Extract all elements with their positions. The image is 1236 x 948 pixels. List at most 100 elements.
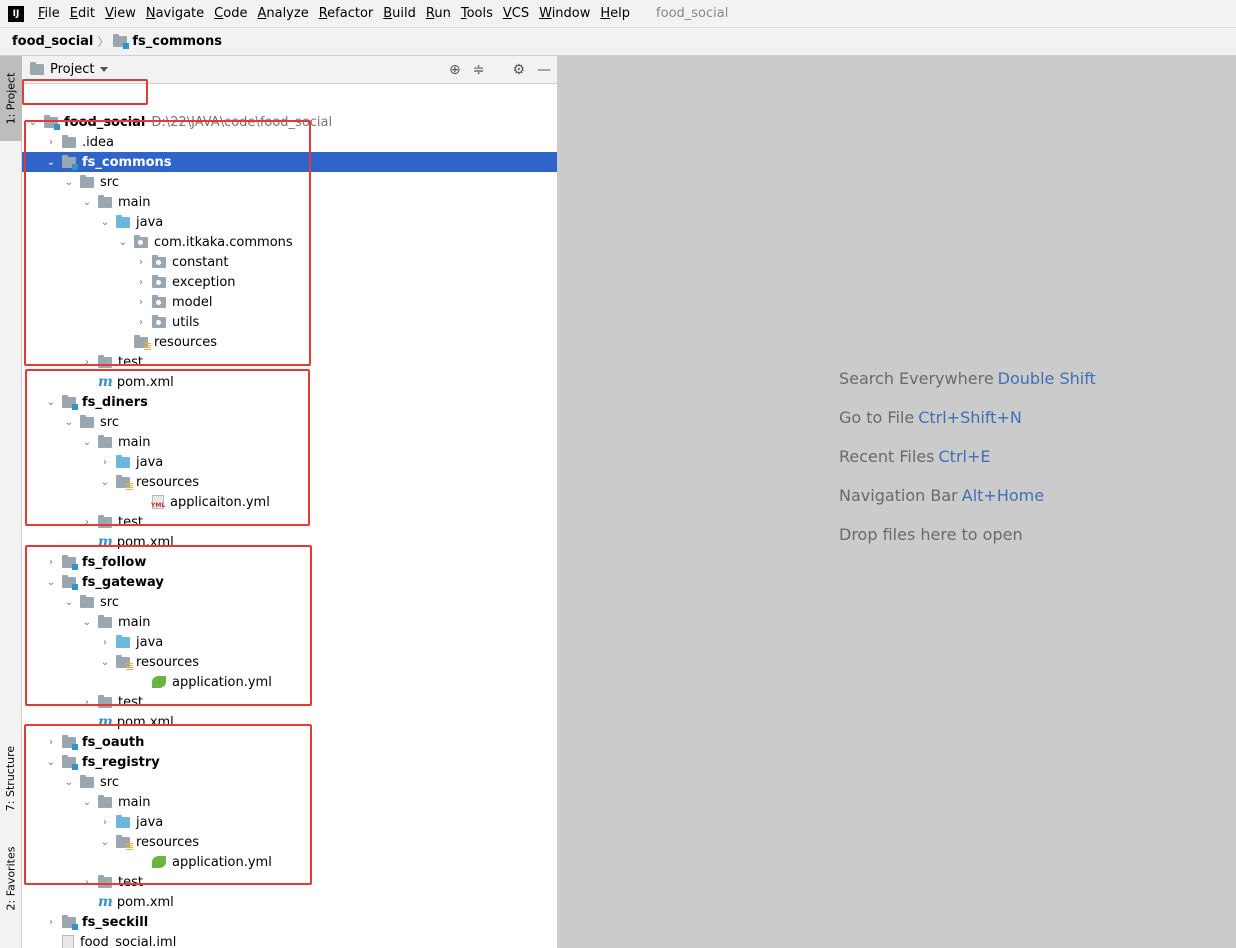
chevron-down-icon[interactable]: ⌄ xyxy=(64,777,74,788)
project-view-selector[interactable]: Project xyxy=(50,62,94,77)
tree-row[interactable]: ⌄ main xyxy=(22,612,557,632)
menu-vcs[interactable]: VCS xyxy=(499,6,535,21)
tree-row[interactable]: application.yml xyxy=(22,672,557,692)
chevron-down-icon[interactable]: ⌄ xyxy=(64,597,74,608)
chevron-right-icon[interactable]: › xyxy=(46,557,56,568)
favorites-tool-tab[interactable]: 2: Favorites xyxy=(0,831,22,926)
tree-row[interactable]: applicaiton.yml xyxy=(22,492,557,512)
menu-refactor[interactable]: Refactor xyxy=(315,6,380,21)
tree-row[interactable]: ⌄ main xyxy=(22,192,557,212)
tree-row[interactable]: food_social.iml xyxy=(22,932,557,948)
chevron-right-icon[interactable]: › xyxy=(136,257,146,268)
tree-row[interactable]: › test xyxy=(22,872,557,892)
tree-row[interactable]: ⌄ fs_commons xyxy=(22,152,557,172)
chevron-down-icon[interactable]: ⌄ xyxy=(82,617,92,628)
tree-row[interactable]: › java xyxy=(22,812,557,832)
tree-row[interactable]: application.yml xyxy=(22,852,557,872)
tree-row[interactable]: m pom.xml xyxy=(22,532,557,552)
chevron-right-icon[interactable]: › xyxy=(46,137,56,148)
menu-help[interactable]: Help xyxy=(596,6,636,21)
tree-row[interactable]: resources xyxy=(22,332,557,352)
tree-row[interactable]: ⌄ fs_diners xyxy=(22,392,557,412)
chevron-down-icon[interactable]: ⌄ xyxy=(82,797,92,808)
tree-row[interactable]: ⌄ resources xyxy=(22,832,557,852)
chevron-down-icon[interactable] xyxy=(100,67,109,72)
tree-row[interactable]: › utils xyxy=(22,312,557,332)
chevron-down-icon[interactable]: ⌄ xyxy=(46,577,56,588)
breadcrumb-root[interactable]: food_social xyxy=(12,34,93,49)
menu-view[interactable]: View xyxy=(101,6,142,21)
tree-row[interactable]: ⌄ fs_registry xyxy=(22,752,557,772)
chevron-right-icon[interactable]: › xyxy=(82,877,92,888)
tree-row[interactable]: ⌄ fs_gateway xyxy=(22,572,557,592)
tree-row[interactable]: › test xyxy=(22,692,557,712)
menu-edit[interactable]: Edit xyxy=(66,6,101,21)
chevron-down-icon[interactable]: ⌄ xyxy=(46,157,56,168)
chevron-down-icon[interactable]: ⌄ xyxy=(100,217,110,228)
tree-row[interactable]: › test xyxy=(22,512,557,532)
chevron-down-icon[interactable]: ⌄ xyxy=(64,417,74,428)
chevron-right-icon[interactable]: › xyxy=(100,637,110,648)
chevron-right-icon[interactable]: › xyxy=(136,317,146,328)
tree-row[interactable]: ⌄ src xyxy=(22,412,557,432)
chevron-right-icon[interactable]: › xyxy=(136,277,146,288)
tree-row[interactable]: › fs_follow xyxy=(22,552,557,572)
chevron-down-icon[interactable]: ⌄ xyxy=(100,477,110,488)
chevron-down-icon[interactable]: ⌄ xyxy=(118,237,128,248)
tree-row[interactable]: ⌄ com.itkaka.commons xyxy=(22,232,557,252)
chevron-down-icon[interactable]: ⌄ xyxy=(100,837,110,848)
tree-row[interactable]: › .idea xyxy=(22,132,557,152)
chevron-right-icon[interactable]: › xyxy=(82,697,92,708)
menu-file[interactable]: File xyxy=(34,6,66,21)
project-tool-tab[interactable]: 1: Project xyxy=(0,56,22,141)
tree-row[interactable]: ⌄ src xyxy=(22,592,557,612)
chevron-down-icon[interactable]: ⌄ xyxy=(100,657,110,668)
tree-row[interactable]: › exception xyxy=(22,272,557,292)
chevron-right-icon[interactable]: › xyxy=(100,457,110,468)
menu-navigate[interactable]: Navigate xyxy=(142,6,210,21)
structure-tool-tab[interactable]: 7: Structure xyxy=(0,731,22,826)
tree-row[interactable]: m pom.xml xyxy=(22,372,557,392)
menu-build[interactable]: Build xyxy=(379,6,422,21)
editor-area[interactable]: Search Everywhere Double Shift Go to File C… xyxy=(557,56,1236,948)
tree-row[interactable]: m pom.xml xyxy=(22,892,557,912)
chevron-down-icon[interactable]: ⌄ xyxy=(82,197,92,208)
menu-run[interactable]: Run xyxy=(422,6,457,21)
tree-row[interactable]: › fs_oauth xyxy=(22,732,557,752)
tree-row[interactable]: ⌄ src xyxy=(22,772,557,792)
tree-row[interactable]: ⌄ main xyxy=(22,792,557,812)
menu-code[interactable]: Code xyxy=(210,6,253,21)
menu-tools[interactable]: Tools xyxy=(457,6,499,21)
chevron-down-icon[interactable]: ⌄ xyxy=(64,177,74,188)
chevron-right-icon[interactable]: › xyxy=(46,917,56,928)
tree-row[interactable]: › java xyxy=(22,452,557,472)
chevron-right-icon[interactable]: › xyxy=(82,357,92,368)
tree-row[interactable]: › test xyxy=(22,352,557,372)
tree-row[interactable]: › fs_seckill xyxy=(22,912,557,932)
menu-window[interactable]: Window xyxy=(535,6,596,21)
chevron-right-icon[interactable]: › xyxy=(82,517,92,528)
chevron-down-icon[interactable]: ⌄ xyxy=(46,757,56,768)
tree-row[interactable]: ⌄ resources xyxy=(22,472,557,492)
chevron-down-icon[interactable]: ⌄ xyxy=(82,437,92,448)
tree-row[interactable]: › constant xyxy=(22,252,557,272)
collapse-all-icon[interactable]: ≑ xyxy=(473,62,485,78)
tree-row[interactable]: ⌄ food_social D:\22\JAVA\code\food_social xyxy=(22,112,557,132)
tree-row[interactable]: ⌄ resources xyxy=(22,652,557,672)
tree-row[interactable]: › model xyxy=(22,292,557,312)
chevron-down-icon[interactable]: ⌄ xyxy=(28,117,38,128)
gear-icon[interactable]: ⚙ xyxy=(512,62,525,78)
chevron-down-icon[interactable]: ⌄ xyxy=(46,397,56,408)
tree-row[interactable]: m pom.xml xyxy=(22,712,557,732)
breadcrumb-current[interactable]: fs_commons xyxy=(132,34,222,49)
locate-icon[interactable]: ⊕ xyxy=(449,62,461,78)
tree-row[interactable]: ⌄ java xyxy=(22,212,557,232)
chevron-right-icon[interactable]: › xyxy=(46,737,56,748)
tree-row[interactable]: ⌄ main xyxy=(22,432,557,452)
chevron-right-icon[interactable]: › xyxy=(136,297,146,308)
minimize-icon[interactable]: — xyxy=(537,62,551,78)
tree-row[interactable]: › java xyxy=(22,632,557,652)
menu-analyze[interactable]: Analyze xyxy=(253,6,314,21)
chevron-right-icon[interactable]: › xyxy=(100,817,110,828)
tree-row[interactable]: ⌄ src xyxy=(22,172,557,192)
